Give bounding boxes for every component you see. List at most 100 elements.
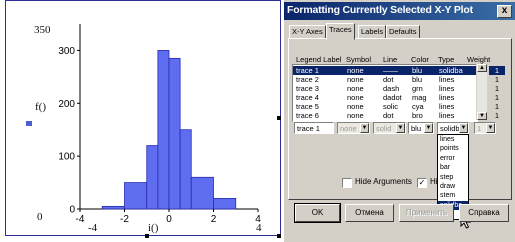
y-tick-label: 200 [58,99,75,110]
y-tick-label: 100 [58,152,75,163]
chevron-down-icon[interactable]: ▼ [459,123,468,133]
trace-symbol: none [347,84,364,93]
col-line: Line [383,55,398,64]
trace-type: lines [439,84,455,93]
trace-row[interactable]: trace 4 none dadot mag lines [293,93,477,102]
line-value: solid [376,124,392,133]
trace-type: lines [439,93,455,102]
trace-line: dot [383,75,394,84]
col-color: Color [411,55,429,64]
weight-value[interactable]: 1 [489,84,505,93]
trace-color: cya [412,102,424,111]
weight-value: 1 [477,124,482,133]
weight-value[interactable]: 1 [489,66,505,75]
type-select[interactable]: solidba ▼ [437,122,469,134]
histogram-bar [157,50,170,210]
tab-labels[interactable]: Labels [358,25,387,39]
trace-line: dash [383,84,400,93]
chevron-down-icon[interactable]: ▼ [486,123,495,133]
traces-scrollbar[interactable]: ▲ ▼ [476,64,487,120]
apply-button[interactable]: Применить [399,204,454,222]
type-option[interactable]: lines [438,135,468,144]
hide-legend-checkbox[interactable]: ✓ [417,178,427,188]
trace-symbol: none [347,93,364,102]
y-tick-label: 300 [58,46,75,57]
color-select[interactable]: blu ▼ [408,122,434,134]
legend-label-field[interactable]: trace 1 [294,122,334,134]
histogram-bar [213,198,237,210]
trace-color: blu [412,66,423,75]
scroll-up-icon[interactable]: ▲ [477,64,487,72]
type-option[interactable]: stem [438,191,468,200]
type-option[interactable]: step [438,173,468,182]
traces-list[interactable]: trace 1 none —— blu solidba trace 2 none… [292,64,478,122]
y-axis-label[interactable]: f() [35,101,46,113]
weight-value[interactable]: 1 [489,93,505,102]
x-tick-label: 0 [166,214,172,225]
trace-label: trace 4 [296,93,319,102]
tab-xy-axes[interactable]: X-Y Axes [289,25,326,39]
trace-type: lines [439,75,455,84]
weight-select[interactable]: 1 ▼ [474,122,496,134]
trace-label: trace 2 [296,75,319,84]
tab-traces[interactable]: Traces [326,23,355,40]
trace-line: dadot [383,93,402,102]
type-option[interactable]: bar [438,163,468,172]
line-select[interactable]: solid ▼ [373,122,406,134]
col-symbol: Symbol [346,55,372,64]
col-type: Type [438,55,455,64]
trace-color: grn [412,84,423,93]
resize-handle-bottom[interactable] [145,234,149,238]
chevron-down-icon[interactable]: ▼ [360,123,369,133]
symbol-select[interactable]: none ▼ [337,122,370,134]
hide-arguments-label: Hide Arguments [355,177,412,186]
histogram-chart[interactable]: 0 100 200 300 -4 -2 0 2 4 [50,20,280,230]
trace-symbol: none [347,111,364,120]
col-weight: Weight [467,55,491,64]
type-option[interactable]: points [438,144,468,153]
weight-value[interactable]: 1 [489,102,505,111]
dialog-titlebar[interactable]: Formatting Currently Selected X-Y Plot x [284,2,515,20]
trace-row[interactable]: trace 1 none —— blu solidba [293,66,477,75]
ok-button[interactable]: OK [294,203,341,223]
trace-line: —— [383,66,398,75]
help-button[interactable]: Справка [459,204,509,222]
trace-label: trace 1 [296,66,319,75]
trace-row[interactable]: trace 2 none dot blu lines [293,75,477,84]
weight-value[interactable]: 1 [489,111,505,120]
trace-type: lines [439,102,455,111]
hide-arguments-checkbox[interactable] [342,178,352,188]
histogram-bar [124,182,148,210]
trace-label: trace 6 [296,111,319,120]
y-bottom-value[interactable]: 0 [37,211,43,223]
type-option[interactable]: error [438,154,468,163]
resize-handle-right[interactable] [277,116,281,120]
cancel-button[interactable]: Отмена [345,204,394,222]
histogram-bar [146,145,159,210]
trace-row[interactable]: trace 3 none dash grn lines [293,84,477,93]
placeholder-marker[interactable] [26,121,32,126]
y-limit-value[interactable]: 350 [34,24,51,36]
trace-label: trace 3 [296,84,319,93]
chevron-down-icon[interactable]: ▼ [396,123,405,133]
tab-defaults[interactable]: Defaults [386,25,420,39]
trace-label: trace 5 [296,102,319,111]
weight-value[interactable]: 1 [489,75,505,84]
histogram-bar [179,129,192,210]
x-tick-label: -2 [120,214,129,225]
trace-row[interactable]: trace 5 none solic cya lines [293,102,477,111]
format-plot-dialog: Formatting Currently Selected X-Y Plot x… [283,0,515,242]
trace-color: blu [412,75,423,84]
worksheet-area: 350 f() 0 -4 i() 4 0 100 200 300 -4 -2 0 2 4 [0,0,283,242]
resize-handle-corner[interactable] [277,234,281,238]
symbol-value: none [340,124,357,133]
close-icon[interactable]: x [497,5,512,18]
trace-row[interactable]: trace 6 none dot bro lines [293,111,477,120]
scroll-down-icon[interactable]: ▼ [477,112,487,120]
histogram-bar [101,205,125,210]
type-option[interactable]: draw [438,182,468,191]
chevron-down-icon[interactable]: ▼ [424,123,433,133]
dialog-title: Formatting Currently Selected X-Y Plot [287,4,473,16]
x-tick-label: 2 [211,214,217,225]
trace-line: dot [383,111,394,120]
